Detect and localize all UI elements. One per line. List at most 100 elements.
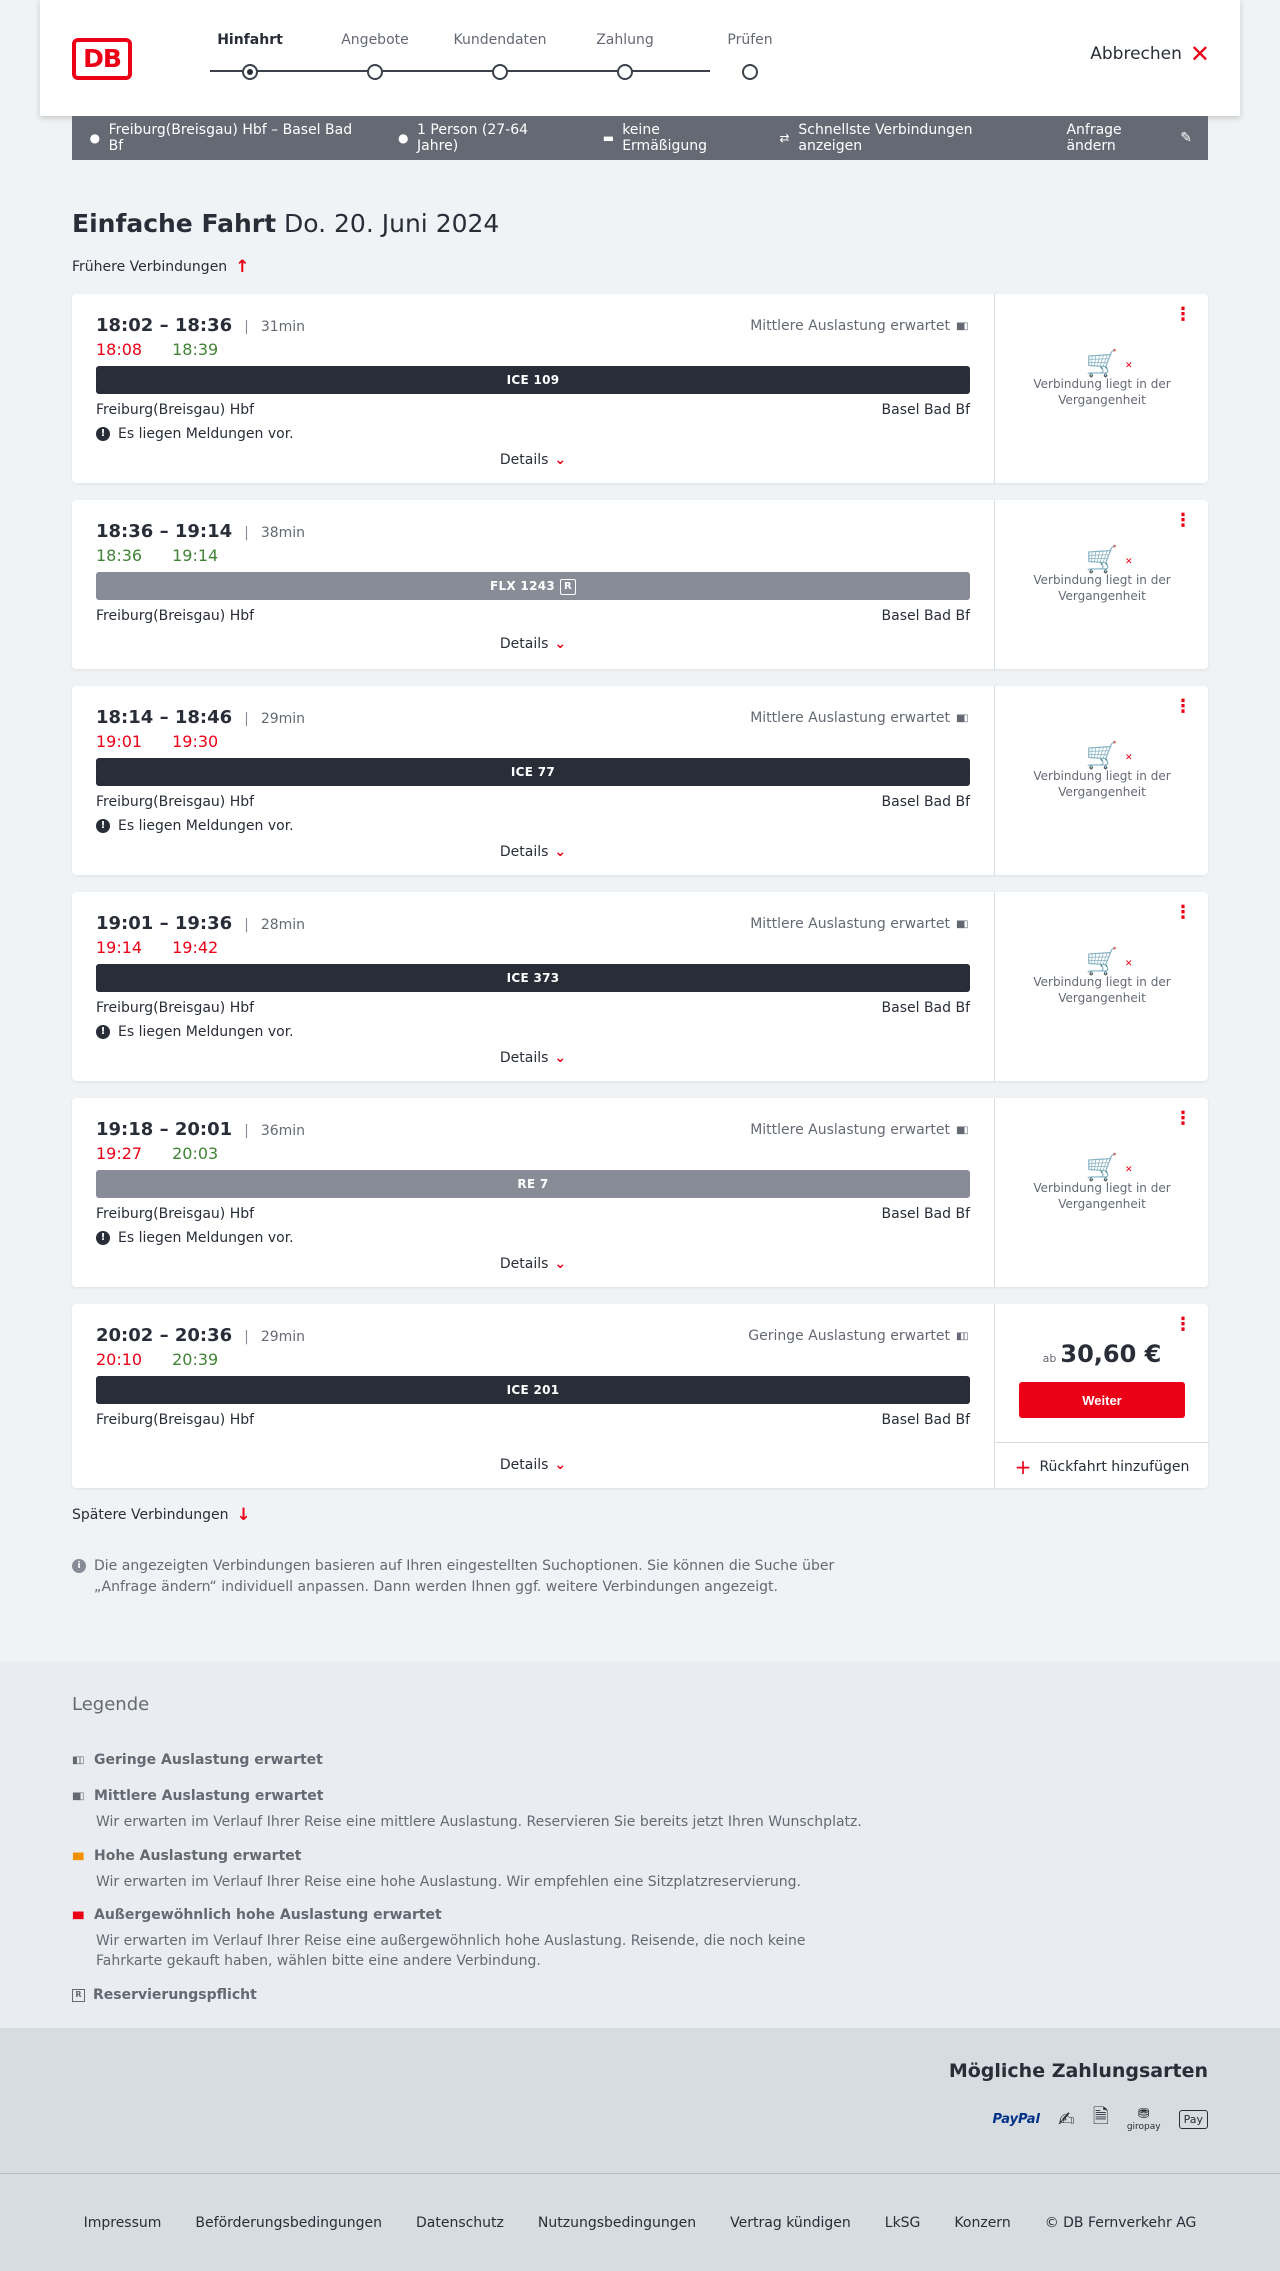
paypal-icon: PayPal xyxy=(992,2111,1040,2127)
connection-times: 18:36 – 19:14 | 38min xyxy=(96,520,305,545)
apple-pay-icon: Pay xyxy=(1178,2109,1208,2129)
more-options-icon[interactable]: ⋮ xyxy=(1174,512,1192,530)
payment-icons: PayPal ✍ 🗎 ⛃ giropay Pay xyxy=(992,2102,1208,2136)
change-request-button[interactable]: Anfrage ändern ✎ xyxy=(1066,122,1192,154)
destination-station: Basel Bad Bf xyxy=(881,608,970,624)
earlier-connections-link[interactable]: Frühere Verbindungen ↑ xyxy=(72,257,249,277)
legend-item: ▮▮▮ Außergewöhnlich hohe Auslastung erwar… xyxy=(72,1907,852,1971)
add-return-trip-button[interactable]: + Rückfahrt hinzufügen xyxy=(995,1442,1209,1490)
occupancy-medium-icon: ▮▮▯ xyxy=(956,712,969,724)
details-toggle[interactable]: Details ⌄ xyxy=(96,1256,970,1272)
cancel-label: Abbrechen xyxy=(1090,44,1182,64)
connection-main: 18:02 – 18:36 | 31min 18:08 18:39 Mittlere … xyxy=(96,294,970,483)
past-text: Verbindung liegt in der Vergangenheit xyxy=(1033,975,1171,1005)
step-label: Kundendaten xyxy=(453,32,547,48)
train-name: RE 7 xyxy=(517,1177,549,1191)
connection-card[interactable]: 19:18 – 20:01 | 36min 19:27 20:03 Mittlere … xyxy=(72,1098,1208,1287)
planned-times: 18:36 – 19:14 xyxy=(96,521,233,542)
connection-times: 19:01 – 19:36 | 28min xyxy=(96,912,305,937)
later-label: Spätere Verbindungen xyxy=(72,1507,229,1523)
step-dot xyxy=(617,64,633,80)
occupancy-indicator: Geringe Auslastung erwartet ▮▯▯ xyxy=(748,1328,970,1344)
continue-button[interactable]: Weiter xyxy=(1019,1382,1185,1418)
occupancy-low-icon: ▮▯▯ xyxy=(956,1330,969,1342)
connection-card[interactable]: 18:14 – 18:46 | 29min 19:01 19:30 Mittlere … xyxy=(72,686,1208,875)
past-connection-notice: 🛒Verbindung liegt in der Vergangenheit xyxy=(995,1155,1209,1212)
more-options-icon[interactable]: ⋮ xyxy=(1174,306,1192,324)
footer-link-befoerderungsbedingungen[interactable]: Beförderungsbedingungen xyxy=(195,2215,382,2231)
disruption-notice: ! Es liegen Meldungen vor. xyxy=(96,426,294,442)
add-return-label: Rückfahrt hinzufügen xyxy=(1039,1458,1190,1475)
footer-link-konzern[interactable]: Konzern xyxy=(954,2215,1010,2231)
disruption-notice: ! Es liegen Meldungen vor. xyxy=(96,818,294,834)
connection-card[interactable]: 18:02 – 18:36 | 31min 18:08 18:39 Mittlere … xyxy=(72,294,1208,483)
later-connections-link[interactable]: Spätere Verbindungen ↓ xyxy=(72,1505,251,1525)
footer-link-nutzungsbedingungen[interactable]: Nutzungsbedingungen xyxy=(538,2215,696,2231)
origin-station: Freiburg(Breisgau) Hbf xyxy=(96,1206,255,1222)
bahncard-icon: ▬ xyxy=(602,131,615,145)
footer-link-lksg[interactable]: LkSG xyxy=(885,2215,921,2231)
step-dot xyxy=(492,64,508,80)
details-toggle[interactable]: Details ⌄ xyxy=(96,844,970,860)
train-bar: RE 7 xyxy=(96,1170,970,1198)
more-options-icon[interactable]: ⋮ xyxy=(1174,698,1192,716)
more-options-icon[interactable]: ⋮ xyxy=(1174,1110,1192,1128)
details-toggle[interactable]: Details ⌄ xyxy=(96,1457,970,1473)
duration: 29min xyxy=(260,711,306,727)
step-label: Hinfahrt xyxy=(217,32,283,48)
chevron-down-icon: ⌄ xyxy=(554,844,567,860)
duration: 38min xyxy=(260,525,306,541)
footer-link-vertrag-kuendigen[interactable]: Vertrag kündigen xyxy=(730,2215,851,2231)
db-logo[interactable]: DB xyxy=(72,38,132,80)
change-request-label: Anfrage ändern xyxy=(1066,122,1122,154)
connection-card[interactable]: 19:01 – 19:36 | 28min 19:14 19:42 Mittlere … xyxy=(72,892,1208,1081)
swap-arrows-icon: ⇄ xyxy=(779,131,790,145)
origin-station: Freiburg(Breisgau) Hbf xyxy=(96,1000,255,1016)
shopping-cart-disabled-icon: 🛒 xyxy=(1025,949,1179,975)
past-connection-notice: 🛒Verbindung liegt in der Vergangenheit xyxy=(995,547,1209,604)
disruption-notice: ! Es liegen Meldungen vor. xyxy=(96,1230,294,1246)
arrow-down-icon: ↓ xyxy=(236,1505,251,1525)
shopping-cart-disabled-icon: 🛒 xyxy=(1025,1155,1179,1181)
legend-section: Legende ▮▯▯ Geringe Auslastung erwartet ▮… xyxy=(0,1662,1280,2028)
chevron-down-icon: ⌄ xyxy=(554,1050,567,1066)
connection-card[interactable]: 18:36 – 19:14 | 38min 18:36 19:14 FLX 1243 R… xyxy=(72,500,1208,669)
price-prefix: ab xyxy=(1042,1352,1057,1365)
details-toggle[interactable]: Details ⌄ xyxy=(96,636,970,652)
train-bar: ICE 373 xyxy=(96,964,970,992)
planned-times: 19:18 – 20:01 xyxy=(96,1119,233,1140)
planned-times: 18:02 – 18:36 xyxy=(96,315,233,336)
price: ab 30,60 € xyxy=(995,1340,1209,1368)
train-name: FLX 1243 xyxy=(489,579,556,593)
footer-link-impressum[interactable]: Impressum xyxy=(84,2215,162,2231)
step-label: Angebote xyxy=(341,32,409,48)
train-bar: ICE 109 xyxy=(96,366,970,394)
past-text: Verbindung liegt in der Vergangenheit xyxy=(1033,1181,1171,1211)
details-toggle[interactable]: Details ⌄ xyxy=(96,1050,970,1066)
connection-main: 18:36 – 19:14 | 38min 18:36 19:14 FLX 1243 R… xyxy=(96,500,970,669)
stations: Freiburg(Breisgau) Hbf Basel Bad Bf xyxy=(96,794,970,810)
disruption-text: Es liegen Meldungen vor. xyxy=(118,426,294,442)
step-kundendaten: Kundendaten xyxy=(435,32,565,80)
connection-card[interactable]: 20:02 – 20:36 | 29min 20:10 20:39 Geringe A… xyxy=(72,1304,1209,1490)
details-toggle[interactable]: Details ⌄ xyxy=(96,452,970,468)
trip-type: Einfache Fahrt xyxy=(72,209,277,238)
planned-times: 18:14 – 18:46 xyxy=(96,707,233,728)
separator: | xyxy=(244,1329,249,1345)
cancel-button[interactable]: Abbrechen ✕ xyxy=(1090,42,1210,66)
info-notice: i Die angezeigten Verbindungen basieren a… xyxy=(72,1556,852,1598)
train-bar: ICE 201 xyxy=(96,1376,970,1404)
footer-link-datenschutz[interactable]: Datenschutz xyxy=(416,2215,504,2231)
shopping-cart-disabled-icon: 🛒 xyxy=(1025,547,1179,573)
more-options-icon[interactable]: ⋮ xyxy=(1174,904,1192,922)
realtime-arrival: 20:03 xyxy=(172,1144,219,1163)
origin-station: Freiburg(Breisgau) Hbf xyxy=(96,608,255,624)
offer-panel: ⋮ 🛒Verbindung liegt in der Vergangenheit xyxy=(994,1098,1208,1287)
legend-item-desc: Wir erwarten im Verlauf Ihrer Reise eine… xyxy=(96,1814,862,1830)
occupancy-label: Mittlere Auslastung erwartet xyxy=(750,318,950,334)
more-options-icon[interactable]: ⋮ xyxy=(1174,1316,1192,1334)
connection-times: 18:02 – 18:36 | 31min xyxy=(96,314,305,339)
destination-station: Basel Bad Bf xyxy=(881,1000,970,1016)
duration: 36min xyxy=(260,1123,306,1139)
realtime-times: 18:36 19:14 xyxy=(96,546,218,565)
